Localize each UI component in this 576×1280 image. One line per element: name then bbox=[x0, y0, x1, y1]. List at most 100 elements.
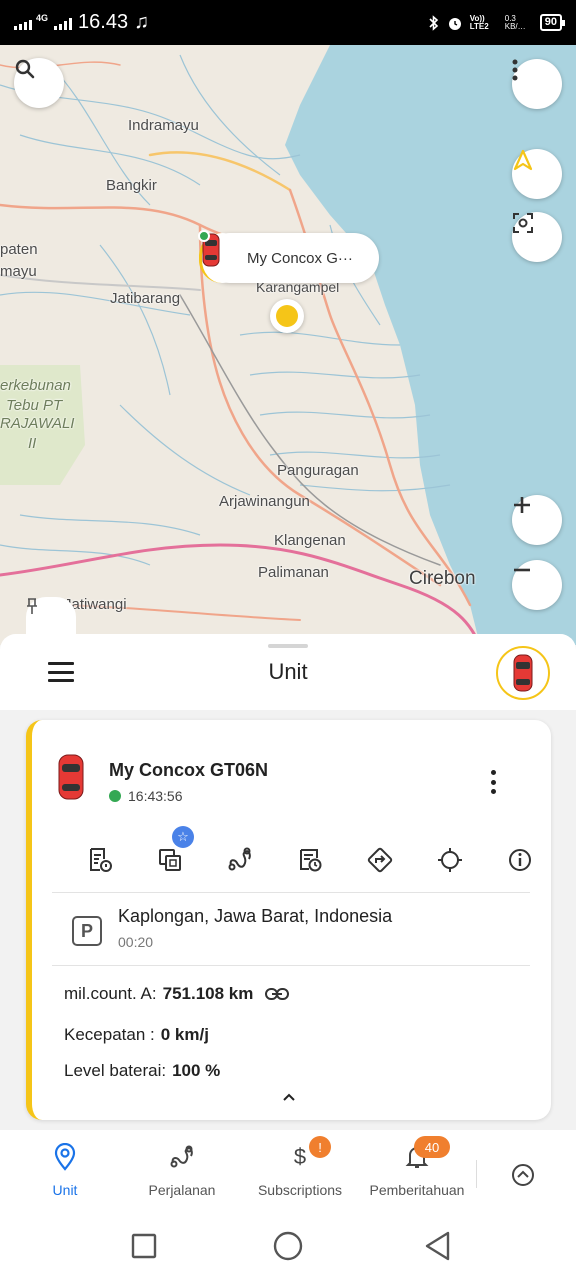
report-button[interactable] bbox=[80, 840, 120, 880]
zoom-out-icon bbox=[514, 568, 530, 572]
report-icon bbox=[90, 848, 112, 872]
unit-more-button[interactable] bbox=[483, 770, 503, 794]
music-icon: ♫ bbox=[134, 11, 150, 33]
unit-time-text: 16:43:56 bbox=[128, 788, 183, 804]
navigate-button[interactable] bbox=[512, 149, 562, 199]
map-label: Palimanan bbox=[258, 564, 329, 581]
copy-button[interactable]: ☆ bbox=[150, 826, 194, 880]
nav-item-subscriptions[interactable]: $ ! Subscriptions bbox=[241, 1130, 359, 1212]
divider bbox=[52, 892, 530, 893]
location-dot-icon bbox=[276, 305, 298, 327]
unit-car-icon bbox=[58, 754, 84, 800]
parked-duration: 00:20 bbox=[118, 934, 154, 950]
focus-button[interactable] bbox=[512, 212, 562, 262]
signal-icon bbox=[14, 16, 32, 30]
copy-icon bbox=[159, 849, 181, 871]
alarm-icon bbox=[448, 17, 461, 30]
recents-button[interactable] bbox=[131, 1233, 157, 1259]
zoom-in-icon bbox=[514, 497, 530, 513]
clock: 16.43 bbox=[78, 11, 129, 33]
volte-indicator: Vo)) LTE2 bbox=[469, 13, 489, 31]
nav-label: Perjalanan bbox=[148, 1182, 216, 1198]
link-icon[interactable] bbox=[265, 987, 290, 1001]
location-pin-icon bbox=[50, 1142, 80, 1172]
nav-divider bbox=[476, 1160, 477, 1188]
battery-value: 100 % bbox=[172, 1061, 221, 1080]
directions-icon bbox=[367, 847, 393, 873]
bottom-navigation: Unit Perjalanan $ ! Subscriptions 40 Pem… bbox=[0, 1130, 576, 1212]
star-icon: ☆ bbox=[172, 826, 194, 848]
speed-row: Kecepatan : 0 km/j bbox=[64, 1025, 209, 1045]
car-icon bbox=[513, 654, 533, 692]
network-type: 4G bbox=[36, 13, 49, 23]
battery-icon: 90 bbox=[539, 14, 566, 31]
map-label: mayu bbox=[0, 263, 37, 280]
locate-icon bbox=[438, 848, 462, 872]
system-navigation-bar bbox=[0, 1212, 576, 1280]
trips-icon bbox=[167, 1142, 197, 1172]
map-label: Panguragan bbox=[277, 462, 359, 479]
menu-icon[interactable] bbox=[48, 662, 74, 682]
unit-address: Kaplongan, Jawa Barat, Indonesia bbox=[118, 906, 393, 926]
unit-name: My Concox GT06N bbox=[109, 760, 269, 780]
parking-icon: P bbox=[72, 916, 102, 946]
sheet-header: Unit bbox=[0, 634, 576, 710]
chevron-up-circle-icon[interactable] bbox=[511, 1163, 535, 1187]
notifications-badge: 40 bbox=[414, 1136, 450, 1158]
map-label: Tebu PT bbox=[6, 397, 63, 414]
unit-map-marker[interactable]: My Concox G··· bbox=[198, 230, 379, 283]
map-view[interactable]: Indramayu Bangkir paten mayu Jatibarang … bbox=[0, 45, 576, 645]
history-button[interactable] bbox=[290, 840, 330, 880]
search-button[interactable] bbox=[14, 58, 64, 108]
more-vert-icon bbox=[512, 59, 518, 81]
info-icon bbox=[509, 849, 531, 871]
nav-item-notifications[interactable]: 40 Pemberitahuan bbox=[358, 1130, 476, 1212]
back-button[interactable] bbox=[424, 1231, 452, 1261]
chevron-up-icon[interactable] bbox=[282, 1090, 296, 1104]
directions-button[interactable] bbox=[360, 840, 400, 880]
speed-label: Kecepatan : bbox=[64, 1025, 155, 1044]
map-label: Klangenan bbox=[274, 532, 346, 549]
dollar-icon: $ ! bbox=[285, 1136, 331, 1172]
navigation-arrow-icon bbox=[513, 149, 533, 171]
home-button[interactable] bbox=[273, 1231, 303, 1261]
mileage-label: mil.count. A: bbox=[64, 984, 157, 1003]
divider bbox=[52, 965, 530, 966]
unit-card[interactable]: My Concox GT06N 16:43:56 ☆ P Kaplongan, … bbox=[26, 720, 551, 1120]
bell-icon: 40 bbox=[402, 1136, 450, 1172]
network-speed: 0.3 KB/… bbox=[504, 13, 526, 31]
status-bar: 4G 16.43 ♫ Vo)) LTE2 0.3 KB/… 90 bbox=[0, 0, 576, 45]
trips-button[interactable] bbox=[220, 840, 260, 880]
bluetooth-icon bbox=[429, 14, 438, 31]
zoom-in-button[interactable] bbox=[512, 495, 562, 545]
map-label: Indramayu bbox=[128, 117, 199, 134]
subscriptions-badge: ! bbox=[309, 1136, 331, 1158]
nav-item-unit[interactable]: Unit bbox=[6, 1130, 124, 1212]
pin-button[interactable] bbox=[26, 597, 76, 637]
map-canvas bbox=[0, 45, 576, 645]
mileage-value: 751.108 km bbox=[162, 984, 254, 1003]
online-status-dot bbox=[198, 230, 210, 242]
speed-value: 0 km/j bbox=[160, 1025, 209, 1044]
map-label: erkebunan bbox=[0, 377, 71, 394]
nav-label: Pemberitahuan bbox=[369, 1182, 465, 1198]
location-marker[interactable] bbox=[270, 299, 304, 333]
locate-button[interactable] bbox=[430, 840, 470, 880]
nav-label: Subscriptions bbox=[257, 1182, 343, 1198]
map-more-button[interactable] bbox=[512, 59, 562, 109]
map-label: Arjawinangun bbox=[219, 493, 310, 510]
signal-icon-2 bbox=[54, 16, 73, 30]
map-label: RAJAWALI bbox=[0, 415, 75, 432]
map-label: II bbox=[28, 435, 37, 452]
unit-last-update: 16:43:56 bbox=[109, 788, 183, 804]
drag-handle[interactable] bbox=[268, 644, 308, 648]
info-button[interactable] bbox=[500, 840, 540, 880]
battery-row: Level baterai: 100 % bbox=[64, 1061, 220, 1081]
unit-avatar[interactable] bbox=[496, 646, 550, 700]
history-icon bbox=[300, 849, 322, 872]
sheet-title: Unit bbox=[268, 659, 308, 684]
unit-bottom-sheet: Unit My Concox GT06N 16:43:56 ☆ P Kaplon… bbox=[0, 634, 576, 1130]
unit-actions: ☆ bbox=[52, 826, 542, 888]
zoom-out-button[interactable] bbox=[512, 560, 562, 610]
nav-item-trips[interactable]: Perjalanan bbox=[123, 1130, 241, 1212]
